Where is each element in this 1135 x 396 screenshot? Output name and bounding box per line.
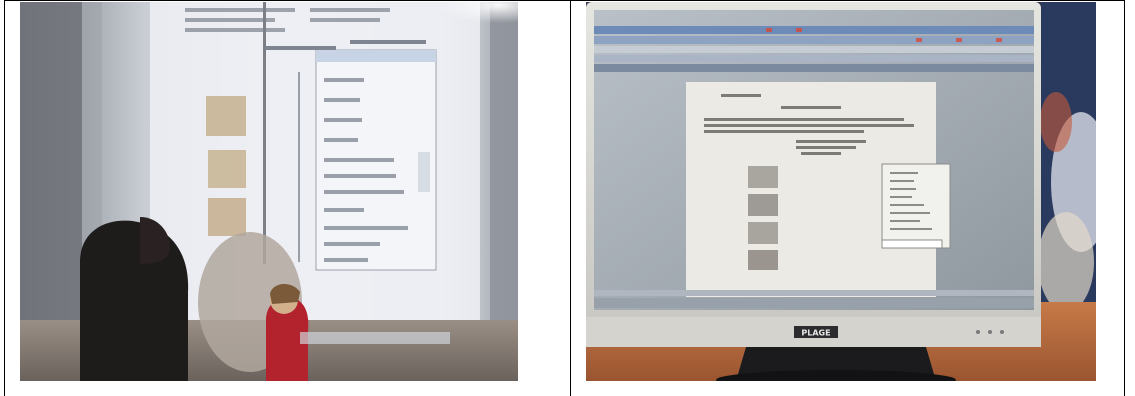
table-border-right	[1124, 0, 1125, 396]
monitor-brand-logo: PLAGE	[801, 329, 830, 338]
table-border-middle	[570, 0, 571, 396]
whiteboard-photo-image	[20, 2, 518, 381]
whiteboard-photo	[20, 2, 518, 381]
monitor-photo-image: PLAGE	[586, 2, 1096, 381]
table-border-top	[4, 0, 1125, 1]
table-border-left	[4, 0, 5, 396]
monitor-photo: PLAGE	[586, 2, 1096, 381]
photo-table: PLAGE	[4, 0, 1135, 396]
